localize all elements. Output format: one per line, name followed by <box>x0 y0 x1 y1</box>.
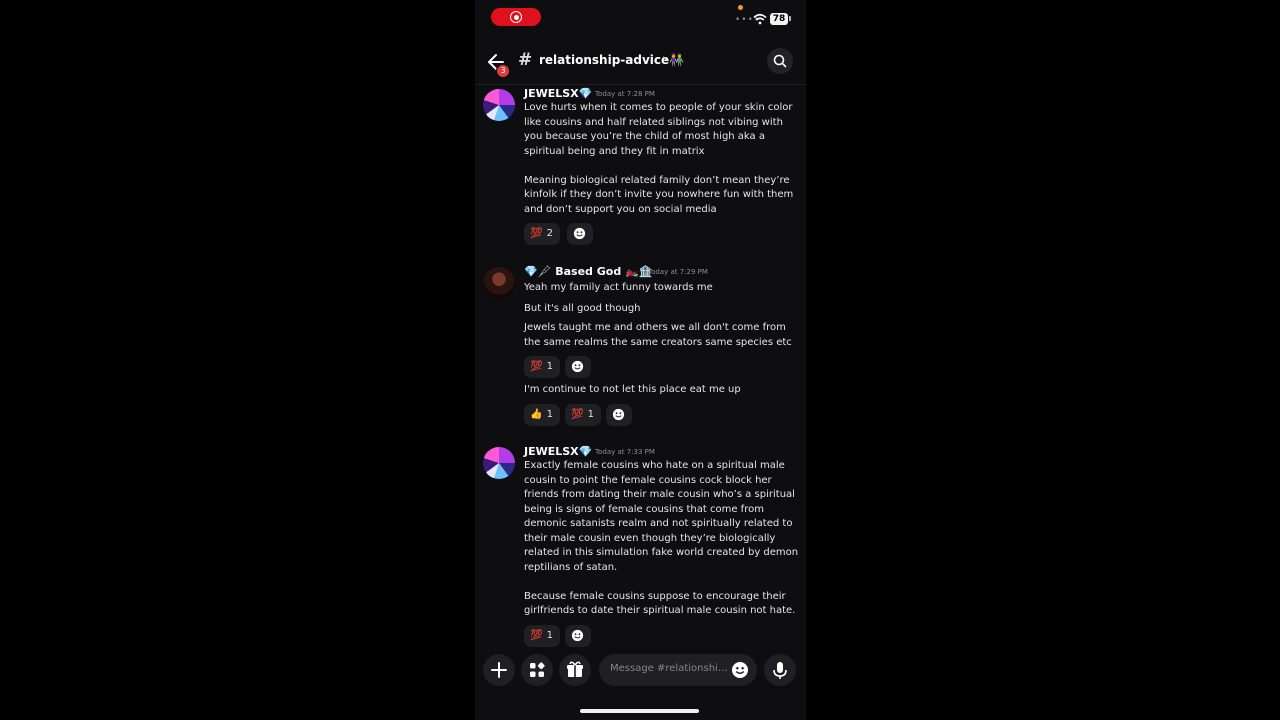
chevron-right-icon[interactable]: › <box>662 52 667 67</box>
plus-icon <box>491 662 507 678</box>
thumbs-up-emoji-icon: 👍 <box>530 409 543 420</box>
wifi-icon <box>753 13 767 25</box>
reaction-pill[interactable]: 💯 2 <box>524 223 560 245</box>
hundred-emoji-icon: 💯 <box>571 409 584 420</box>
avatar[interactable] <box>483 89 515 121</box>
privacy-dot <box>738 5 743 10</box>
message-input[interactable]: Message #relationship-advice👫 <box>599 654 757 686</box>
search-icon <box>773 54 787 68</box>
add-emoji-icon <box>571 629 584 642</box>
attach-button[interactable] <box>483 654 515 686</box>
add-emoji-icon <box>612 408 625 421</box>
channel-hash-icon: # <box>518 50 533 70</box>
message-text: I'm continue to not let this place eat m… <box>524 384 741 395</box>
reaction-count: 1 <box>546 361 553 372</box>
avatar[interactable] <box>483 267 515 299</box>
apps-icon <box>530 662 545 677</box>
message-composer: Message #relationship-advice👫 <box>475 648 806 694</box>
microphone-icon <box>773 662 787 679</box>
reaction-count: 1 <box>546 409 553 420</box>
battery-tip <box>789 16 791 21</box>
message-text: Love hurts when it comes to people of yo… <box>524 102 794 215</box>
username[interactable]: 💎🩼 Based God 🏍️🏦 <box>524 265 652 278</box>
hundred-emoji-icon: 💯 <box>530 228 543 239</box>
emoji-picker-icon[interactable] <box>731 661 749 679</box>
add-reaction-button[interactable] <box>565 356 591 378</box>
message-text: But it's all good though <box>524 303 641 314</box>
reaction-pill[interactable]: 💯 1 <box>565 404 601 426</box>
reaction-pill[interactable]: 💯 1 <box>524 625 560 647</box>
unread-badge: 3 <box>496 64 510 78</box>
gift-button[interactable] <box>559 654 591 686</box>
add-reaction-button[interactable] <box>567 223 593 245</box>
voice-message-button[interactable] <box>764 654 796 686</box>
add-reaction-button[interactable] <box>606 404 632 426</box>
phone-screen: •••• 78 3 # relationship-advice👫 › JEWEL… <box>475 0 806 720</box>
reaction-count: 1 <box>546 630 553 641</box>
add-emoji-icon <box>571 360 584 373</box>
message-text: Jewels taught me and others we all don't… <box>524 322 792 348</box>
username[interactable]: JEWELSX💎 <box>524 445 592 458</box>
reaction-count: 1 <box>587 409 594 420</box>
screen-record-indicator[interactable] <box>491 8 541 26</box>
message-text: Exactly female cousins who hate on a spi… <box>524 460 799 616</box>
message-placeholder: Message #relationship-advice👫 <box>610 663 728 674</box>
add-reaction-button[interactable] <box>565 625 591 647</box>
timestamp: Today at 7:28 PM <box>595 90 655 98</box>
hundred-emoji-icon: 💯 <box>530 361 543 372</box>
apps-button[interactable] <box>521 654 553 686</box>
timestamp: Today at 7:29 PM <box>648 268 708 276</box>
reaction-pill[interactable]: 👍 1 <box>524 404 560 426</box>
search-button[interactable] <box>767 48 793 74</box>
record-dot <box>514 15 519 20</box>
battery-level: 78 <box>770 13 788 25</box>
reaction-pill[interactable]: 💯 1 <box>524 356 560 378</box>
reaction-count: 2 <box>546 228 553 239</box>
avatar[interactable] <box>483 447 515 479</box>
add-emoji-icon <box>573 227 586 240</box>
message-text: Yeah my family act funny towards me <box>524 282 713 293</box>
channel-header: 3 # relationship-advice👫 › <box>475 44 806 85</box>
home-indicator[interactable] <box>580 709 699 713</box>
timestamp: Today at 7:33 PM <box>595 448 655 456</box>
gift-icon <box>567 661 583 677</box>
hundred-emoji-icon: 💯 <box>530 630 543 641</box>
username[interactable]: JEWELSX💎 <box>524 87 592 100</box>
